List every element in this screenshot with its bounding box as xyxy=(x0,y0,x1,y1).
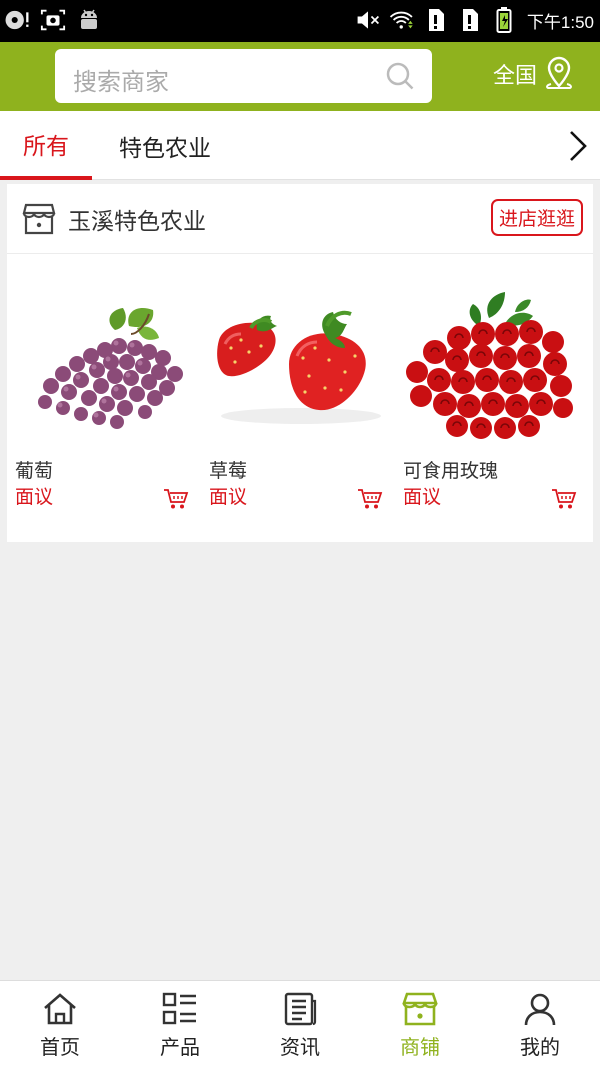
android-icon xyxy=(76,6,102,34)
nav-news[interactable]: 资讯 xyxy=(240,981,360,1067)
region-selector[interactable]: 全国 xyxy=(493,56,575,92)
product-item[interactable]: 葡萄 面议 xyxy=(11,268,193,528)
nav-products[interactable]: 产品 xyxy=(120,981,240,1067)
nav-label: 资讯 xyxy=(280,1035,320,1059)
product-grid: 葡萄 面议 草莓 面议 可食用玫瑰 面议 xyxy=(7,268,593,528)
chevron-right-icon[interactable] xyxy=(566,129,590,163)
nav-label: 我的 xyxy=(520,1035,560,1059)
nav-label: 首页 xyxy=(40,1035,80,1059)
search-placeholder: 搜索商家 xyxy=(73,68,169,96)
status-bar: 下午1:50 xyxy=(0,0,600,42)
header-bar: 搜索商家 全国 xyxy=(0,42,600,111)
product-price: 面议 xyxy=(209,486,248,508)
screenshot-icon xyxy=(40,6,66,34)
product-name: 葡萄 xyxy=(15,460,54,482)
store-icon xyxy=(22,203,56,235)
sim1-icon xyxy=(423,6,449,34)
category-tabs: 所有 特色农业 xyxy=(0,111,600,180)
search-icon[interactable] xyxy=(384,60,416,92)
cart-icon[interactable] xyxy=(551,488,577,510)
nav-label: 产品 xyxy=(160,1035,200,1059)
nav-profile[interactable]: 我的 xyxy=(480,981,600,1067)
search-input[interactable]: 搜索商家 xyxy=(55,49,432,103)
product-price: 面议 xyxy=(15,486,54,508)
grapes-image xyxy=(11,268,193,450)
news-icon xyxy=(284,992,317,1026)
nav-home[interactable]: 首页 xyxy=(0,981,120,1067)
battery-icon xyxy=(491,6,517,34)
product-list-icon xyxy=(162,992,196,1025)
nav-stores[interactable]: 商铺 xyxy=(360,981,480,1067)
sim2-icon xyxy=(457,6,483,34)
roses-image xyxy=(399,268,581,450)
region-label: 全国 xyxy=(493,64,538,89)
wifi-icon xyxy=(389,6,415,34)
tab-all[interactable]: 所有 xyxy=(0,111,92,180)
shop-name: 玉溪特色农业 xyxy=(68,209,206,235)
nav-label: 商铺 xyxy=(400,1035,440,1059)
shop-header: 玉溪特色农业 进店逛逛 xyxy=(7,184,593,254)
cart-icon[interactable] xyxy=(163,488,189,510)
status-time: 下午1:50 xyxy=(526,12,594,32)
bottom-nav: 首页 产品 资讯 商铺 我的 xyxy=(0,980,600,1067)
tab-special-agriculture[interactable]: 特色农业 xyxy=(110,111,220,180)
status-right-icons: 下午1:50 xyxy=(355,6,594,34)
strawberries-image xyxy=(205,268,387,450)
home-icon xyxy=(44,993,76,1025)
product-item[interactable]: 草莓 面议 xyxy=(205,268,387,528)
record-icon xyxy=(4,6,30,34)
visit-store-button[interactable]: 进店逛逛 xyxy=(490,199,583,236)
cart-icon[interactable] xyxy=(357,488,383,510)
product-name: 可食用玫瑰 xyxy=(403,460,499,482)
status-left-icons xyxy=(4,6,102,34)
product-price: 面议 xyxy=(403,486,442,508)
shop-card: 玉溪特色农业 进店逛逛 葡萄 面议 草莓 面议 可食用玫瑰 面议 xyxy=(7,184,593,542)
location-pin-icon xyxy=(546,56,572,89)
product-name: 草莓 xyxy=(209,460,248,482)
mute-icon xyxy=(355,6,381,34)
store-icon xyxy=(402,992,438,1026)
user-icon xyxy=(524,993,556,1026)
product-item[interactable]: 可食用玫瑰 面议 xyxy=(399,268,581,528)
